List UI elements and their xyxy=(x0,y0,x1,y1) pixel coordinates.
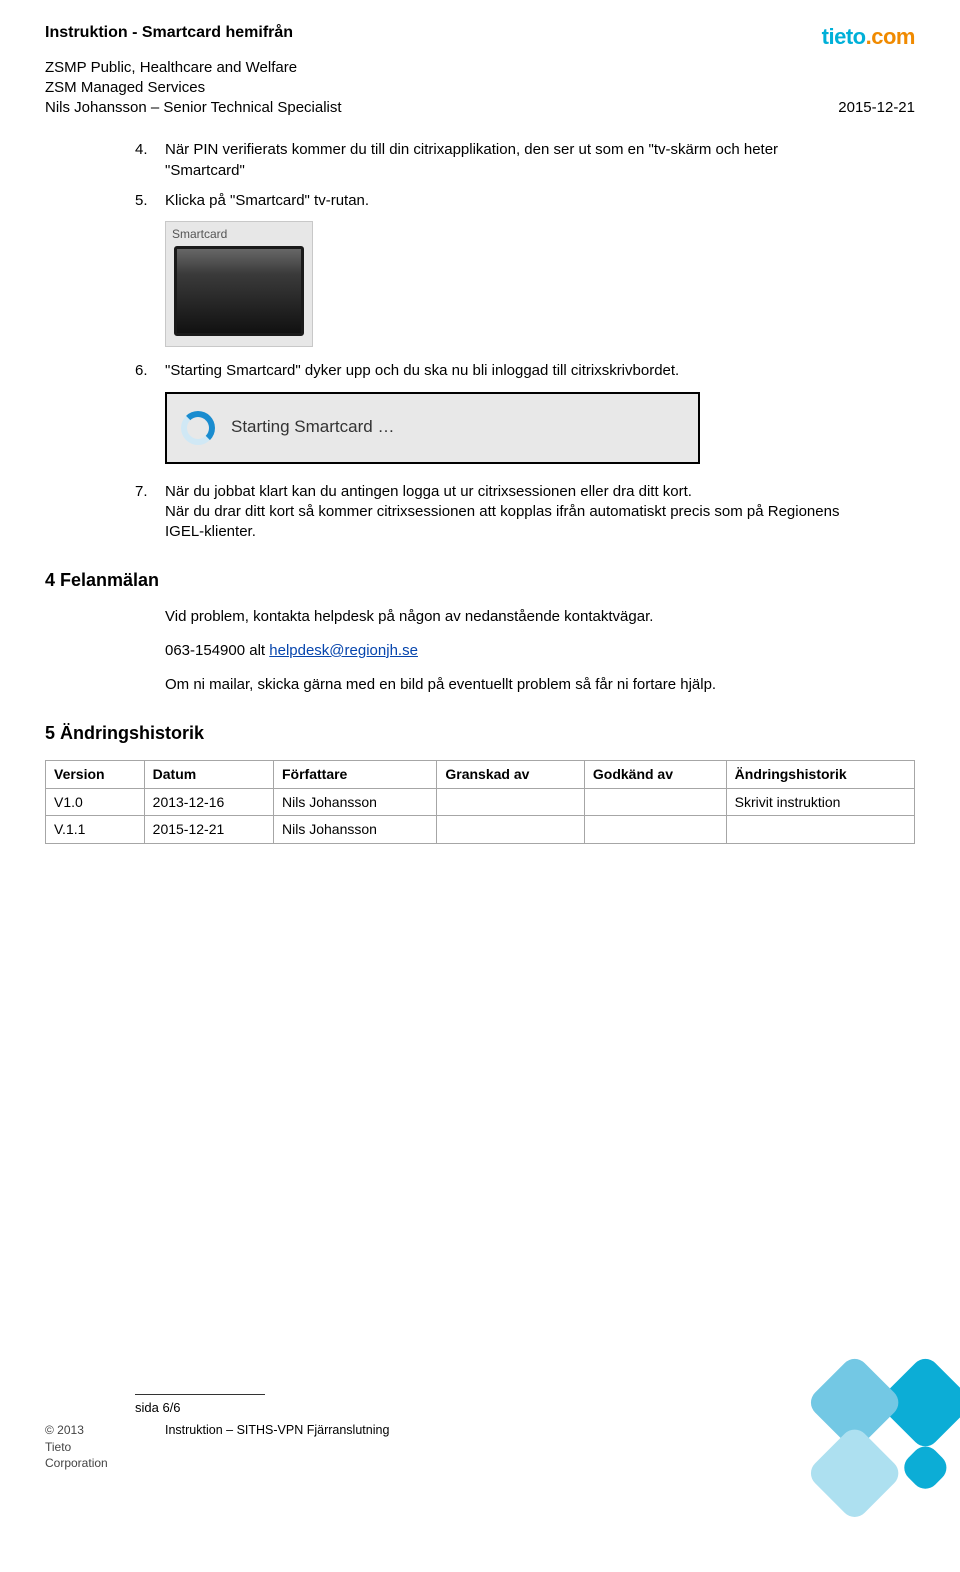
step-text: Klicka på "Smartcard" tv-rutan. xyxy=(165,191,855,211)
step-number: 7. xyxy=(135,482,165,543)
section-4-body: Vid problem, kontakta helpdesk på någon … xyxy=(165,607,855,696)
doc-title: Instruktion - Smartcard hemifrån xyxy=(45,22,915,44)
smartcard-screenshot: Smartcard xyxy=(165,221,313,347)
step-5: 5. Klicka på "Smartcard" tv-rutan. xyxy=(135,191,855,211)
col-datum: Datum xyxy=(144,760,273,788)
felanmalan-p3: Om ni mailar, skicka gärna med en bild p… xyxy=(165,675,855,695)
step-7: 7. När du jobbat klart kan du antingen l… xyxy=(135,482,855,543)
felanmalan-contact: 063-154900 alt helpdesk@regionjh.se xyxy=(165,641,855,661)
page-footer: sida 6/6 © 2013 Tieto Corporation Instru… xyxy=(45,1394,915,1471)
step-number: 5. xyxy=(135,191,165,211)
step-text: När PIN verifierats kommer du till din c… xyxy=(165,140,855,181)
step-6: 6. "Starting Smartcard" dyker upp och du… xyxy=(135,361,855,381)
step-number: 4. xyxy=(135,140,165,181)
loading-spinner-icon xyxy=(181,411,215,445)
table-header-row: Version Datum Författare Granskad av God… xyxy=(46,760,915,788)
footer-corp: Tieto Corporation xyxy=(45,1439,135,1471)
document-header: Instruktion - Smartcard hemifrån ZSMP Pu… xyxy=(45,22,915,118)
page-number: sida 6/6 xyxy=(135,1399,915,1417)
tieto-logo: tieto.com xyxy=(822,22,915,52)
step-4: 4. När PIN verifierats kommer du till di… xyxy=(135,140,855,181)
smartcard-label: Smartcard xyxy=(168,224,310,244)
table-row: V1.0 2013-12-16 Nils Johansson Skrivit i… xyxy=(46,788,915,816)
step-number: 6. xyxy=(135,361,165,381)
table-row: V.1.1 2015-12-21 Nils Johansson xyxy=(46,816,915,844)
header-date: 2015-12-21 xyxy=(838,98,915,118)
col-godkand: Godkänd av xyxy=(584,760,726,788)
footer-doc-name: Instruktion – SITHS-VPN Fjärranslutning xyxy=(165,1422,389,1471)
section-5-heading: 5 Ändringshistorik xyxy=(45,721,915,745)
starting-text: Starting Smartcard … xyxy=(231,416,394,439)
col-version: Version xyxy=(46,760,145,788)
col-granskad: Granskad av xyxy=(437,760,585,788)
section-4-heading: 4 Felanmälan xyxy=(45,568,915,592)
header-org2: ZSM Managed Services xyxy=(45,78,915,98)
revision-history-table: Version Datum Författare Granskad av God… xyxy=(45,760,915,845)
footer-rule xyxy=(135,1394,265,1395)
col-historik: Ändringshistorik xyxy=(726,760,914,788)
helpdesk-email-link[interactable]: helpdesk@regionjh.se xyxy=(269,642,418,659)
step-text: "Starting Smartcard" dyker upp och du sk… xyxy=(165,361,855,381)
col-forfattare: Författare xyxy=(274,760,437,788)
footer-copyright: © 2013 xyxy=(45,1422,135,1438)
felanmalan-p1: Vid problem, kontakta helpdesk på någon … xyxy=(165,607,855,627)
starting-smartcard-screenshot: Starting Smartcard … xyxy=(165,392,700,464)
header-org1: ZSMP Public, Healthcare and Welfare xyxy=(45,58,915,78)
header-author: Nils Johansson – Senior Technical Specia… xyxy=(45,98,915,118)
tv-icon xyxy=(174,246,304,336)
step-text: När du jobbat klart kan du antingen logg… xyxy=(165,482,855,543)
